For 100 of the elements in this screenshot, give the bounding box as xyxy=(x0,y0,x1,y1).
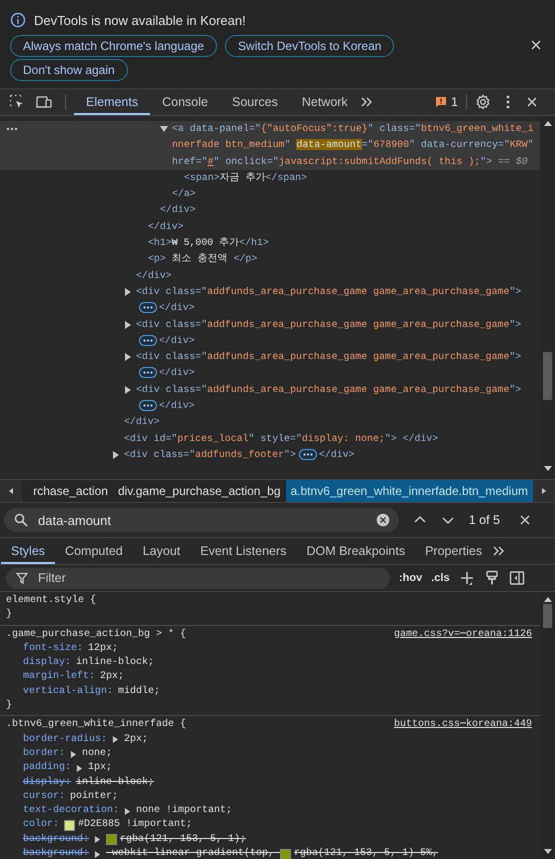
collapsed-triangle-icon[interactable] xyxy=(124,386,132,394)
panel-tab[interactable]: Network xyxy=(290,89,360,115)
filter-field[interactable]: Filter xyxy=(6,568,390,588)
property-name[interactable]: border-radius: xyxy=(23,732,108,747)
search-input[interactable]: data-amount xyxy=(38,512,366,528)
info-message: DevTools is now available in Korean! xyxy=(34,12,246,28)
breadcrumb[interactable]: div.game_purchase_action_bg xyxy=(112,480,286,502)
scroll-down-icon[interactable] xyxy=(542,466,552,472)
ellipsis-button[interactable] xyxy=(139,400,157,411)
property-value[interactable]: -webkit-linear-gradient(top, xyxy=(106,847,280,859)
expand-triangle-icon[interactable] xyxy=(124,808,132,815)
filter-input[interactable]: Filter xyxy=(38,571,380,585)
issues-button[interactable]: 1 xyxy=(429,95,464,109)
property-name[interactable]: border: xyxy=(23,746,66,762)
css-selector: element.style { xyxy=(6,594,96,608)
property-value[interactable]: none; xyxy=(82,746,112,762)
panel-tab[interactable]: Sources xyxy=(220,89,290,115)
ellipsis-button[interactable] xyxy=(139,334,157,346)
selected-row-highlight[interactable]: <a data-panel="{"autoFocus":true}" class="btnv6_green_white_innerfade btn_medium" data-amount="678900" data-currency="KRW" href="#" onclick="javascript:submitAddFunds( this );"> == $0 xyxy=(0,121,540,170)
property-name[interactable]: text-decoration: xyxy=(23,804,120,818)
property-name[interactable]: background: xyxy=(23,847,90,859)
property-name[interactable]: padding: xyxy=(23,761,72,776)
property-value[interactable]: 1px; xyxy=(88,761,112,776)
scroll-right-icon[interactable] xyxy=(533,480,555,502)
property-name[interactable]: vertical-align: xyxy=(23,684,114,700)
code-text: </div> xyxy=(136,268,172,283)
settings-icon[interactable] xyxy=(475,94,491,110)
breadcrumb[interactable]: a.btnv6_green_white_innerfade.btn_medium xyxy=(286,480,533,502)
source-link[interactable]: game.css?v=⋯oreana:1126 xyxy=(394,628,532,642)
paint-roller-icon[interactable] xyxy=(484,570,500,586)
more-icon[interactable] xyxy=(6,127,18,131)
property-value[interactable]: 12px; xyxy=(88,642,118,656)
property-name[interactable]: margin-left: xyxy=(23,670,96,685)
add-rule-icon[interactable] xyxy=(458,570,475,586)
panel-tab[interactable]: Console xyxy=(150,89,220,115)
property-value[interactable]: rgba(121, 153, 5, 1) 5%, xyxy=(294,847,438,859)
property-name[interactable]: font-size: xyxy=(23,642,84,656)
infobar-button[interactable]: Switch DevTools to Korean xyxy=(225,35,394,57)
device-toolbar-icon[interactable] xyxy=(35,94,53,110)
scroll-up-icon[interactable] xyxy=(542,120,552,126)
collapsed-triangle-icon[interactable] xyxy=(124,320,132,329)
property-value[interactable]: inline-block; xyxy=(76,656,154,670)
expanded-triangle-icon[interactable] xyxy=(160,125,168,133)
code-text: <span>자금 추가</span> xyxy=(184,170,307,185)
property-value[interactable]: #D2E885 !important; xyxy=(78,818,192,833)
code-text: <div id="prices_local" style="display: none;"> </div> xyxy=(124,432,438,446)
sidebar-tab[interactable]: DOM Breakpoints xyxy=(296,538,416,564)
sidebar-tab[interactable]: Computed xyxy=(55,538,133,564)
sidebar-tab[interactable]: Layout xyxy=(132,538,190,564)
color-swatch[interactable] xyxy=(280,848,292,859)
sidebar-tab[interactable]: Styles xyxy=(1,538,56,564)
search-field[interactable]: data-amount xyxy=(4,508,399,532)
inspect-icon[interactable] xyxy=(9,94,25,110)
scroll-up-icon[interactable] xyxy=(542,596,552,602)
scrollbar-thumb[interactable] xyxy=(543,352,552,400)
ellipsis-button[interactable] xyxy=(139,302,157,314)
scroll-left-icon[interactable] xyxy=(0,480,22,502)
sidebar-tab[interactable]: Properties xyxy=(415,538,492,564)
toggle-button[interactable]: :hov xyxy=(399,572,422,584)
infobar-button[interactable]: Don't show again xyxy=(10,59,128,81)
match-count: 1 of 5 xyxy=(468,513,500,527)
property-name[interactable]: background: xyxy=(23,832,90,848)
property-value[interactable]: none !important; xyxy=(136,804,232,818)
collapsed-triangle-icon[interactable] xyxy=(112,450,120,459)
property-value[interactable]: rgba(121, 153, 5, 1); xyxy=(120,832,246,848)
close-icon[interactable] xyxy=(518,513,532,527)
sidebar-toggle-icon[interactable] xyxy=(508,570,525,586)
property-value[interactable]: 2px; xyxy=(100,670,124,685)
property-value[interactable]: 2px; xyxy=(124,732,148,747)
property-name[interactable]: display: xyxy=(23,776,72,790)
color-swatch[interactable] xyxy=(64,820,76,832)
code-text: </div> xyxy=(124,415,160,430)
color-swatch[interactable] xyxy=(106,834,118,846)
ellipsis-button[interactable] xyxy=(139,367,157,378)
source-link[interactable]: buttons.css⋯koreana:449 xyxy=(394,718,532,733)
breadcrumb[interactable]: rchase_action xyxy=(28,480,113,502)
collapsed-triangle-icon[interactable] xyxy=(124,353,132,362)
code-text: <a data-panel="{"autoFocus":true}" class="btnv6_green_white_innerfade btn_medium" data-amount="678900" data-currency="KRW" href="#" onclick="javascript:submitAddFunds( this );"> == $0 xyxy=(172,122,535,169)
infobar-button[interactable]: Always match Chrome's language xyxy=(10,35,218,57)
more-options-icon[interactable] xyxy=(505,94,511,110)
toggle-button[interactable]: .cls xyxy=(431,572,450,584)
clear-icon[interactable] xyxy=(376,513,390,527)
collapsed-triangle-icon[interactable] xyxy=(124,288,132,296)
property-name[interactable]: display: xyxy=(23,656,72,670)
property-name[interactable]: cursor: xyxy=(23,790,66,804)
property-value[interactable]: pointer; xyxy=(70,790,118,804)
close-icon[interactable] xyxy=(529,38,543,52)
property-value[interactable]: middle; xyxy=(118,684,160,700)
css-selector: .game_purchase_action_bg > * { xyxy=(6,628,186,642)
property-value[interactable]: inline-block; xyxy=(76,776,154,790)
property-name[interactable]: color: xyxy=(23,818,60,833)
more-tabs-icon[interactable] xyxy=(360,95,374,109)
sidebar-tab[interactable]: Event Listeners xyxy=(190,538,296,564)
close-icon[interactable] xyxy=(525,95,539,109)
closing-brace: } xyxy=(6,608,14,622)
expand-triangle-icon[interactable] xyxy=(112,736,120,744)
ellipsis-button[interactable] xyxy=(298,448,317,460)
more-tabs-icon[interactable] xyxy=(492,544,506,558)
scrollbar-thumb[interactable] xyxy=(543,604,552,628)
scroll-down-icon[interactable] xyxy=(542,849,552,855)
